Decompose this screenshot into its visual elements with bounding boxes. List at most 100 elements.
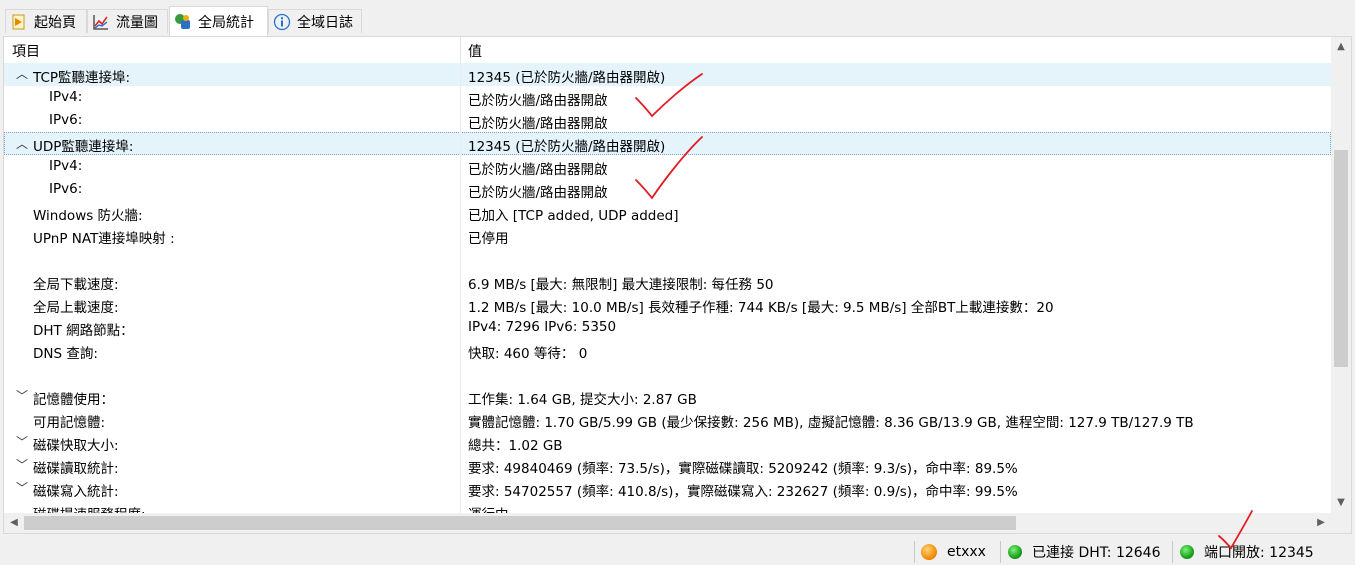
row-value: 實體記憶體: 1.70 GB/5.99 GB (最少保接數: 256 MB), … <box>468 415 1194 431</box>
table-row-disk-cache[interactable]: ﹀ 磁碟快取大小: 總共：1.02 GB <box>4 431 1331 454</box>
table-row[interactable]: IPv4: 已於防火牆/路由器開啟 <box>4 86 1331 109</box>
traffic-graph-icon <box>92 13 110 31</box>
row-value: 6.9 MB/s [最大: 無限制] 最大連接限制: 每任務 50 <box>468 277 774 293</box>
row-value: 總共：1.02 GB <box>468 438 563 454</box>
scroll-down-icon[interactable]: ▼ <box>1331 493 1351 513</box>
status-dht-label: 已連接 DHT: 12646 <box>1032 545 1161 561</box>
tab-global-stats[interactable]: 全局統計 <box>169 6 268 36</box>
status-user-label: etxxx <box>947 544 986 560</box>
table-row[interactable]: DHT 網路節點： IPv4: 7296 IPv6: 5350 <box>4 316 1331 339</box>
table-row[interactable]: 可用記憶體: 實體記憶體: 1.70 GB/5.99 GB (最少保接數: 25… <box>4 408 1331 431</box>
row-value: 1.2 MB/s [最大: 10.0 MB/s] 長效種子作種: 744 KB/… <box>468 300 1054 316</box>
status-port[interactable]: 端口開放: 12345 <box>1172 541 1353 563</box>
horizontal-scrollbar[interactable]: ◀ ▶ <box>4 513 1331 533</box>
tab-global-log[interactable]: 全域日誌 <box>268 9 362 33</box>
table-row[interactable]: DNS 查詢: 快取: 460 等待： 0 <box>4 339 1331 362</box>
row-label: 記憶體使用： <box>33 392 114 408</box>
row-value: 已加入 [TCP added, UDP added] <box>468 208 679 224</box>
table-row-memory[interactable]: ﹀ 記憶體使用： 工作集: 1.64 GB, 提交大小: 2.87 GB <box>4 385 1331 408</box>
tab-start-page-label: 起始頁 <box>34 14 76 31</box>
horizontal-scroll-thumb[interactable] <box>24 516 1016 530</box>
row-label: 可用記憶體: <box>33 415 106 431</box>
port-open-icon <box>1180 545 1194 559</box>
scroll-right-icon[interactable]: ▶ <box>1311 513 1331 533</box>
row-value: 已於防火牆/路由器開啟 <box>468 93 608 109</box>
vertical-scrollbar[interactable]: ▲ ▼ <box>1331 37 1351 513</box>
table-row[interactable]: 磁碟提速服務程度: 運行中 <box>4 500 1331 513</box>
row-value: 已停用 <box>468 231 509 247</box>
row-value: 運行中 <box>468 503 509 513</box>
tab-global-stats-label: 全局統計 <box>198 14 254 31</box>
column-separator <box>460 63 461 513</box>
row-label: 全局上載速度: <box>33 300 119 316</box>
status-user[interactable]: etxxx <box>914 541 1001 563</box>
start-page-icon <box>10 13 28 31</box>
table-row[interactable]: IPv4: 已於防火牆/路由器開啟 <box>4 155 1331 178</box>
row-label: UPnP NAT連接埠映射 : <box>33 231 175 247</box>
expand-chevron-icon[interactable]: ﹀ <box>16 431 30 454</box>
stats-panel: 項目 值 ︿ TCP監聽連接埠: 12345 (已於防火牆/路由器開啟) IPv… <box>3 36 1352 534</box>
row-value: 12345 (已於防火牆/路由器開啟) <box>468 139 666 155</box>
tab-bar: 起始頁 流量圖 全局統計 全域日誌 <box>0 0 1355 36</box>
row-label: TCP監聽連接埠: <box>33 70 131 86</box>
row-label: IPv4: <box>49 89 83 105</box>
status-port-label: 端口開放: 12345 <box>1204 545 1314 561</box>
column-header-value[interactable]: 值 <box>468 41 482 61</box>
row-label: 磁碟提速服務程度: <box>33 503 146 513</box>
tab-traffic-graph[interactable]: 流量圖 <box>87 9 168 33</box>
status-dht[interactable]: 已連接 DHT: 12646 <box>1000 541 1173 563</box>
row-label: IPv6: <box>49 181 83 197</box>
column-divider[interactable] <box>460 37 461 63</box>
scroll-corner <box>1331 513 1351 533</box>
dht-connected-icon <box>1008 545 1022 559</box>
row-label: 全局下載速度: <box>33 277 119 293</box>
tab-traffic-graph-label: 流量圖 <box>116 14 158 31</box>
table-row-disk-write[interactable]: ﹀ 磁碟寫入統計: 要求: 54702557 (頻率: 410.8/s)，實際磁… <box>4 477 1331 500</box>
table-row-empty <box>4 362 1331 385</box>
stats-rows: ︿ TCP監聽連接埠: 12345 (已於防火牆/路由器開啟) IPv4: 已於… <box>4 63 1331 513</box>
table-row[interactable]: IPv6: 已於防火牆/路由器開啟 <box>4 109 1331 132</box>
status-bar: etxxx 已連接 DHT: 12646 端口開放: 12345 <box>0 538 1355 565</box>
table-row-tcp-port[interactable]: ︿ TCP監聽連接埠: 12345 (已於防火牆/路由器開啟) <box>4 63 1331 86</box>
row-value: 已於防火牆/路由器開啟 <box>468 185 608 201</box>
row-value: 已於防火牆/路由器開啟 <box>468 116 608 132</box>
table-row-udp-port[interactable]: ︿ UDP監聽連接埠: 12345 (已於防火牆/路由器開啟) <box>4 132 1331 155</box>
row-value: 已於防火牆/路由器開啟 <box>468 162 608 178</box>
collapse-chevron-icon[interactable]: ︿ <box>16 133 30 156</box>
log-info-icon <box>273 13 291 31</box>
row-label: 磁碟讀取統計: <box>33 461 119 477</box>
tab-start-page[interactable]: 起始頁 <box>5 9 87 33</box>
expand-chevron-icon[interactable]: ﹀ <box>16 454 30 477</box>
table-row[interactable]: Windows 防火牆: 已加入 [TCP added, UDP added] <box>4 201 1331 224</box>
column-header-item[interactable]: 項目 <box>12 41 40 61</box>
table-row-disk-read[interactable]: ﹀ 磁碟讀取統計: 要求: 49840469 (頻率: 73.5/s)，實際磁碟… <box>4 454 1331 477</box>
table-row[interactable]: UPnP NAT連接埠映射 : 已停用 <box>4 224 1331 247</box>
scroll-left-icon[interactable]: ◀ <box>4 513 24 533</box>
table-row[interactable]: 全局下載速度: 6.9 MB/s [最大: 無限制] 最大連接限制: 每任務 5… <box>4 270 1331 293</box>
row-value: 要求: 54702557 (頻率: 410.8/s)，實際磁碟寫入: 23262… <box>468 484 1018 500</box>
user-status-icon <box>921 544 937 560</box>
table-row-empty <box>4 247 1331 270</box>
collapse-chevron-icon[interactable]: ︿ <box>16 63 30 86</box>
row-label: DHT 網路節點： <box>33 323 134 339</box>
row-label: IPv4: <box>49 158 83 174</box>
vertical-scroll-thumb[interactable] <box>1334 150 1348 367</box>
row-label: DNS 查詢: <box>33 346 98 362</box>
row-label: UDP監聽連接埠: <box>33 139 134 155</box>
expand-chevron-icon[interactable]: ﹀ <box>16 385 30 408</box>
row-label: IPv6: <box>49 112 83 128</box>
row-value: 工作集: 1.64 GB, 提交大小: 2.87 GB <box>468 392 697 408</box>
tab-global-log-label: 全域日誌 <box>297 14 353 31</box>
scroll-up-icon[interactable]: ▲ <box>1331 37 1351 57</box>
row-label: Windows 防火牆: <box>33 208 143 224</box>
table-header: 項目 值 <box>4 37 1331 64</box>
row-value: 12345 (已於防火牆/路由器開啟) <box>468 70 666 86</box>
row-label: 磁碟快取大小: <box>33 438 119 454</box>
row-value: 快取: 460 等待： 0 <box>468 346 588 362</box>
expand-chevron-icon[interactable]: ﹀ <box>16 477 30 500</box>
global-stats-icon <box>174 13 192 31</box>
table-row[interactable]: IPv6: 已於防火牆/路由器開啟 <box>4 178 1331 201</box>
row-label: 磁碟寫入統計: <box>33 484 119 500</box>
row-value: IPv4: 7296 IPv6: 5350 <box>468 319 617 335</box>
table-row[interactable]: 全局上載速度: 1.2 MB/s [最大: 10.0 MB/s] 長效種子作種:… <box>4 293 1331 316</box>
